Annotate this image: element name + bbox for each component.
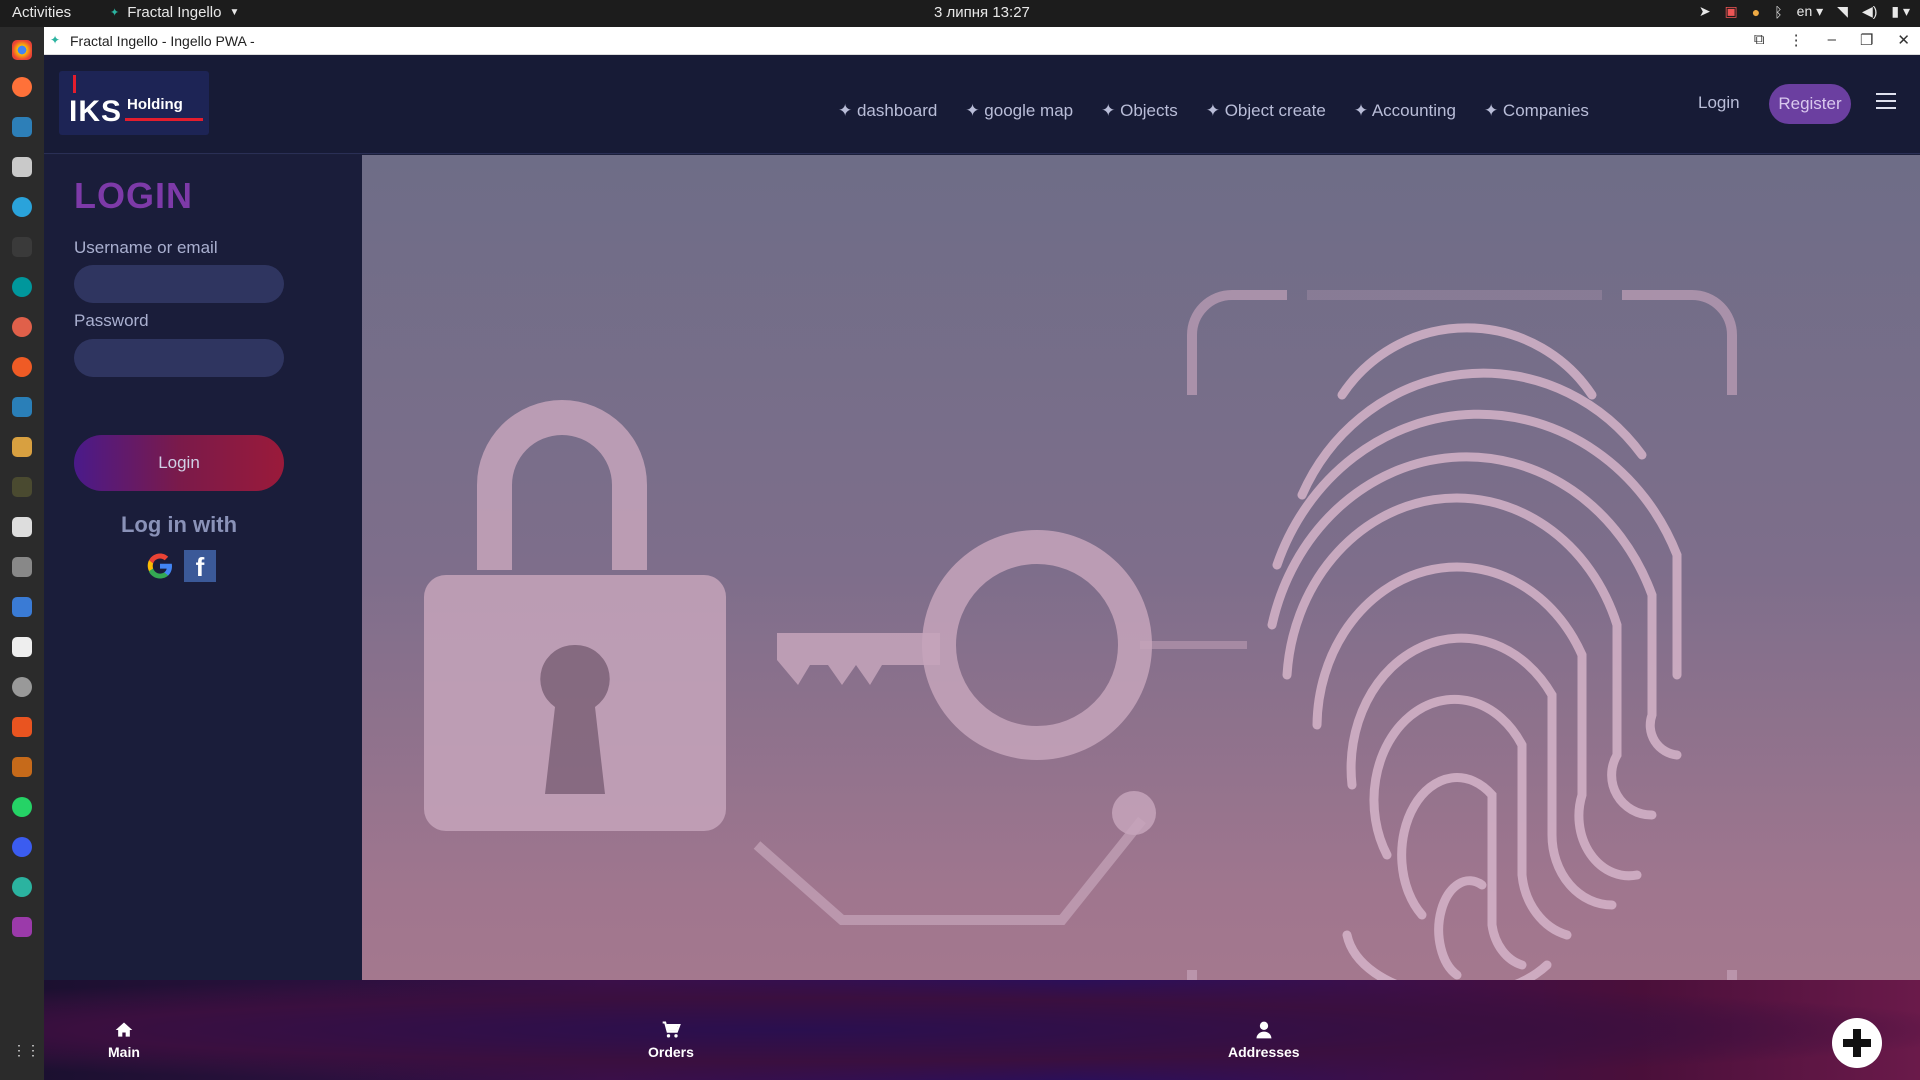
- battery-icon[interactable]: ▮ ▾: [1891, 3, 1910, 20]
- system-tray: ➤ ▣ ● ᛒ en ▾ ◥ ◀) ▮ ▾: [1699, 3, 1910, 20]
- bottom-nav-addresses-label: Addresses: [1228, 1044, 1300, 1060]
- minimize-icon[interactable]: –: [1828, 31, 1836, 49]
- password-label: Password: [74, 311, 149, 330]
- app-root: IKS Holding ✦ dashboard ✦ google map ✦ O…: [44, 55, 1920, 1080]
- app-dock-icon[interactable]: [12, 917, 32, 937]
- bluetooth-icon[interactable]: ᛒ: [1774, 4, 1782, 20]
- password-input[interactable]: [74, 339, 284, 377]
- volume-icon[interactable]: ◀): [1862, 3, 1877, 20]
- show-apps-icon[interactable]: ⋮⋮: [12, 1042, 40, 1062]
- chevron-down-icon: ▼: [229, 7, 240, 18]
- app-dock-icon[interactable]: [12, 517, 32, 537]
- cart-icon: [662, 1021, 681, 1038]
- telegram-tray-icon[interactable]: ➤: [1699, 3, 1711, 20]
- user-icon: [1256, 1021, 1272, 1039]
- window-title: Fractal Ingello - Ingello PWA -: [70, 33, 255, 49]
- browser-titlebar: ✦ Fractal Ingello - Ingello PWA - ⧉ ⋮ – …: [44, 27, 1920, 55]
- app-dock-icon[interactable]: [12, 557, 32, 577]
- facebook-login-icon[interactable]: f: [184, 550, 216, 582]
- language-indicator[interactable]: en ▾: [1797, 3, 1824, 20]
- bottom-nav-addresses[interactable]: Addresses: [1228, 1020, 1300, 1060]
- circuit-node: [1112, 791, 1156, 835]
- more-options-icon[interactable]: ⋮: [1789, 31, 1804, 49]
- document-dock-icon[interactable]: [12, 597, 32, 617]
- app-menu[interactable]: ✦ Fractal Ingello ▼: [110, 4, 239, 21]
- close-icon[interactable]: ✕: [1897, 31, 1910, 49]
- bottom-nav-background: [44, 980, 1920, 1080]
- app-dock-icon[interactable]: [12, 437, 32, 457]
- system-clock[interactable]: 3 липня 13:27: [934, 4, 1030, 21]
- software-dock-icon[interactable]: [12, 717, 32, 737]
- logo-main-text: IKS: [69, 95, 123, 128]
- login-title: LOGIN: [74, 175, 193, 216]
- app-dock-icon[interactable]: [12, 757, 32, 777]
- bottom-nav-main[interactable]: Main: [108, 1020, 140, 1060]
- logo-accent: [73, 75, 76, 93]
- google-login-icon[interactable]: [144, 550, 176, 582]
- firefox-dock-icon[interactable]: [12, 77, 32, 97]
- app-dock: ⋮⋮: [0, 27, 44, 1080]
- home-icon: [115, 1022, 133, 1037]
- username-input[interactable]: [74, 265, 284, 303]
- menu-item-dashboard[interactable]: ✦ dashboard: [838, 101, 937, 121]
- menu-item-objects[interactable]: ✦ Objects: [1101, 101, 1178, 121]
- menu-item-accounting[interactable]: ✦ Accounting: [1354, 101, 1456, 121]
- login-button[interactable]: Login: [74, 435, 284, 491]
- music-dock-icon[interactable]: [12, 637, 32, 657]
- login-panel: LOGIN Username or email Password Login L…: [44, 155, 362, 1080]
- terminal-dock-icon[interactable]: [12, 237, 32, 257]
- bottom-nav-orders-label: Orders: [648, 1044, 694, 1060]
- activities-button[interactable]: Activities: [12, 4, 71, 21]
- username-label: Username or email: [74, 238, 218, 257]
- files-dock-icon[interactable]: [12, 157, 32, 177]
- menu-item-companies[interactable]: ✦ Companies: [1484, 101, 1589, 121]
- whatsapp-dock-icon[interactable]: [12, 797, 32, 817]
- app-name: Fractal Ingello: [127, 4, 222, 21]
- login-link[interactable]: Login: [1698, 93, 1740, 113]
- security-hero-illustration: [362, 155, 1920, 1080]
- app-dock-icon[interactable]: [12, 317, 32, 337]
- app-dock-icon[interactable]: [12, 477, 32, 497]
- hamburger-menu-icon[interactable]: [1876, 93, 1896, 109]
- ingello-dock-icon[interactable]: [12, 877, 32, 897]
- extensions-icon[interactable]: ⧉: [1754, 31, 1765, 49]
- app-dock-icon[interactable]: [12, 837, 32, 857]
- app-dock-icon[interactable]: [12, 397, 32, 417]
- logo-sub-text: Holding: [127, 96, 183, 113]
- main-menu: ✦ dashboard ✦ google map ✦ Objects ✦ Obj…: [838, 101, 1589, 121]
- restore-icon[interactable]: ❐: [1860, 31, 1873, 49]
- wifi-icon[interactable]: ◥: [1837, 3, 1848, 20]
- system-top-bar: Activities ✦ Fractal Ingello ▼ 3 липня 1…: [0, 0, 1920, 27]
- add-fab-button[interactable]: [1832, 1018, 1882, 1068]
- bottom-nav-main-label: Main: [108, 1044, 140, 1060]
- chrome-tray-icon[interactable]: ●: [1752, 4, 1760, 20]
- postman-dock-icon[interactable]: [12, 357, 32, 377]
- bottom-nav-orders[interactable]: Orders: [648, 1020, 694, 1060]
- app-dock-icon[interactable]: [12, 677, 32, 697]
- telegram-dock-icon[interactable]: [12, 197, 32, 217]
- menu-item-object-create[interactable]: ✦ Object create: [1206, 101, 1326, 121]
- arduino-dock-icon[interactable]: [12, 277, 32, 297]
- app-icon: ✦: [110, 7, 120, 19]
- top-navbar: IKS Holding ✦ dashboard ✦ google map ✦ O…: [44, 55, 1920, 154]
- iks-holding-logo[interactable]: IKS Holding: [59, 71, 209, 135]
- favicon-icon: ✦: [50, 33, 61, 47]
- chrome-dock-icon[interactable]: [12, 40, 32, 60]
- language-label: en: [1796, 3, 1813, 19]
- window-controls: ⧉ ⋮ – ❐ ✕: [1754, 31, 1910, 49]
- app-dock-icon[interactable]: [12, 117, 32, 137]
- logo-underline: [125, 118, 203, 121]
- plus-icon: [1838, 1024, 1876, 1062]
- register-button[interactable]: Register: [1769, 84, 1851, 124]
- tray-app-icon[interactable]: ▣: [1725, 3, 1738, 20]
- log-in-with-label: Log in with: [120, 512, 238, 537]
- menu-item-google-map[interactable]: ✦ google map: [965, 101, 1073, 121]
